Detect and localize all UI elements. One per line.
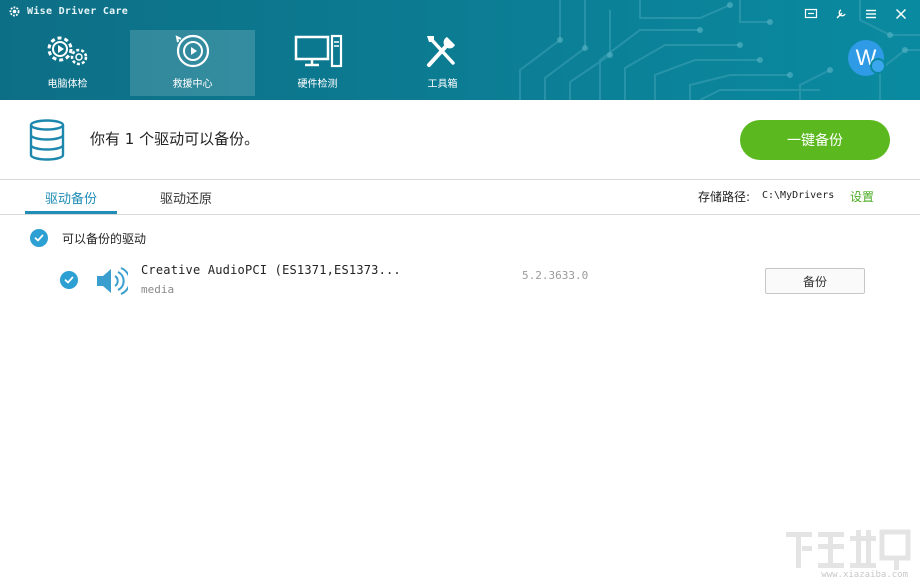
menu-button[interactable] bbox=[856, 3, 886, 25]
feedback-button[interactable] bbox=[796, 3, 826, 25]
checkmark-icon bbox=[34, 234, 44, 242]
avatar-status-dot bbox=[870, 58, 886, 74]
checkmark-icon bbox=[64, 276, 74, 284]
close-icon bbox=[895, 8, 907, 20]
storage-path-label: 存储路径: bbox=[698, 190, 751, 204]
backup-all-button[interactable]: 一键备份 bbox=[740, 120, 890, 160]
nav-item-toolbox[interactable]: 工具箱 bbox=[380, 30, 505, 96]
nav-item-rescue[interactable]: 救援中心 bbox=[130, 30, 255, 96]
app-logo-icon bbox=[9, 6, 20, 16]
watermark-url: www.xiazaiba.com bbox=[821, 570, 908, 580]
nav-item-label: 救援中心 bbox=[172, 79, 213, 90]
summary-text: 你有 1 个驱动可以备份。 bbox=[90, 130, 260, 148]
window-controls bbox=[796, 3, 916, 25]
menu-icon bbox=[866, 9, 876, 19]
header: Wise Driver Care 电脑体检 救援中心 硬件检测 工具箱 W bbox=[0, 0, 920, 100]
summary-panel: 你有 1 个驱动可以备份。 一键备份 bbox=[0, 100, 920, 180]
storage-path-value: C:\MyDrivers bbox=[762, 190, 835, 201]
driver-type: media bbox=[141, 283, 175, 296]
nav-item-hardware[interactable]: 硬件检测 bbox=[255, 30, 380, 96]
gear-scan-icon bbox=[47, 36, 87, 66]
app-title: Wise Driver Care bbox=[27, 5, 129, 17]
tab-restore[interactable]: 驱动还原 bbox=[160, 188, 212, 207]
active-tab-indicator bbox=[25, 211, 117, 214]
skin-button[interactable] bbox=[826, 3, 856, 25]
site-watermark-logo bbox=[786, 529, 911, 570]
monitor-icon bbox=[294, 34, 342, 68]
group-header: 可以备份的驱动 bbox=[30, 229, 146, 247]
tab-backup[interactable]: 驱动备份 bbox=[45, 188, 97, 207]
main-nav: 电脑体检 救援中心 硬件检测 工具箱 bbox=[0, 30, 505, 96]
titlebar: Wise Driver Care bbox=[8, 3, 128, 19]
speaker-icon bbox=[97, 267, 128, 295]
close-button[interactable] bbox=[886, 3, 916, 25]
group-checkbox[interactable] bbox=[30, 229, 48, 247]
backup-driver-button[interactable]: 备份 bbox=[765, 268, 865, 294]
group-label: 可以备份的驱动 bbox=[62, 231, 147, 246]
driver-checkbox[interactable] bbox=[60, 271, 78, 289]
tab-bar: 驱动备份 驱动还原 存储路径: C:\MyDrivers 设置 bbox=[0, 180, 920, 215]
nav-item-label: 电脑体检 bbox=[47, 79, 88, 90]
tools-icon bbox=[426, 36, 455, 67]
nav-item-label: 硬件检测 bbox=[297, 79, 338, 90]
driver-name: Creative AudioPCI (ES1371,ES1373... bbox=[141, 263, 401, 277]
nav-item-checkup[interactable]: 电脑体检 bbox=[5, 30, 130, 96]
storage-setting-link[interactable]: 设置 bbox=[850, 188, 874, 205]
rescue-icon bbox=[175, 34, 209, 68]
driver-version: 5.2.3633.0 bbox=[522, 269, 589, 282]
database-icon bbox=[29, 119, 65, 161]
nav-item-label: 工具箱 bbox=[427, 79, 458, 90]
skin-icon bbox=[836, 9, 846, 19]
feedback-icon bbox=[804, 8, 818, 19]
